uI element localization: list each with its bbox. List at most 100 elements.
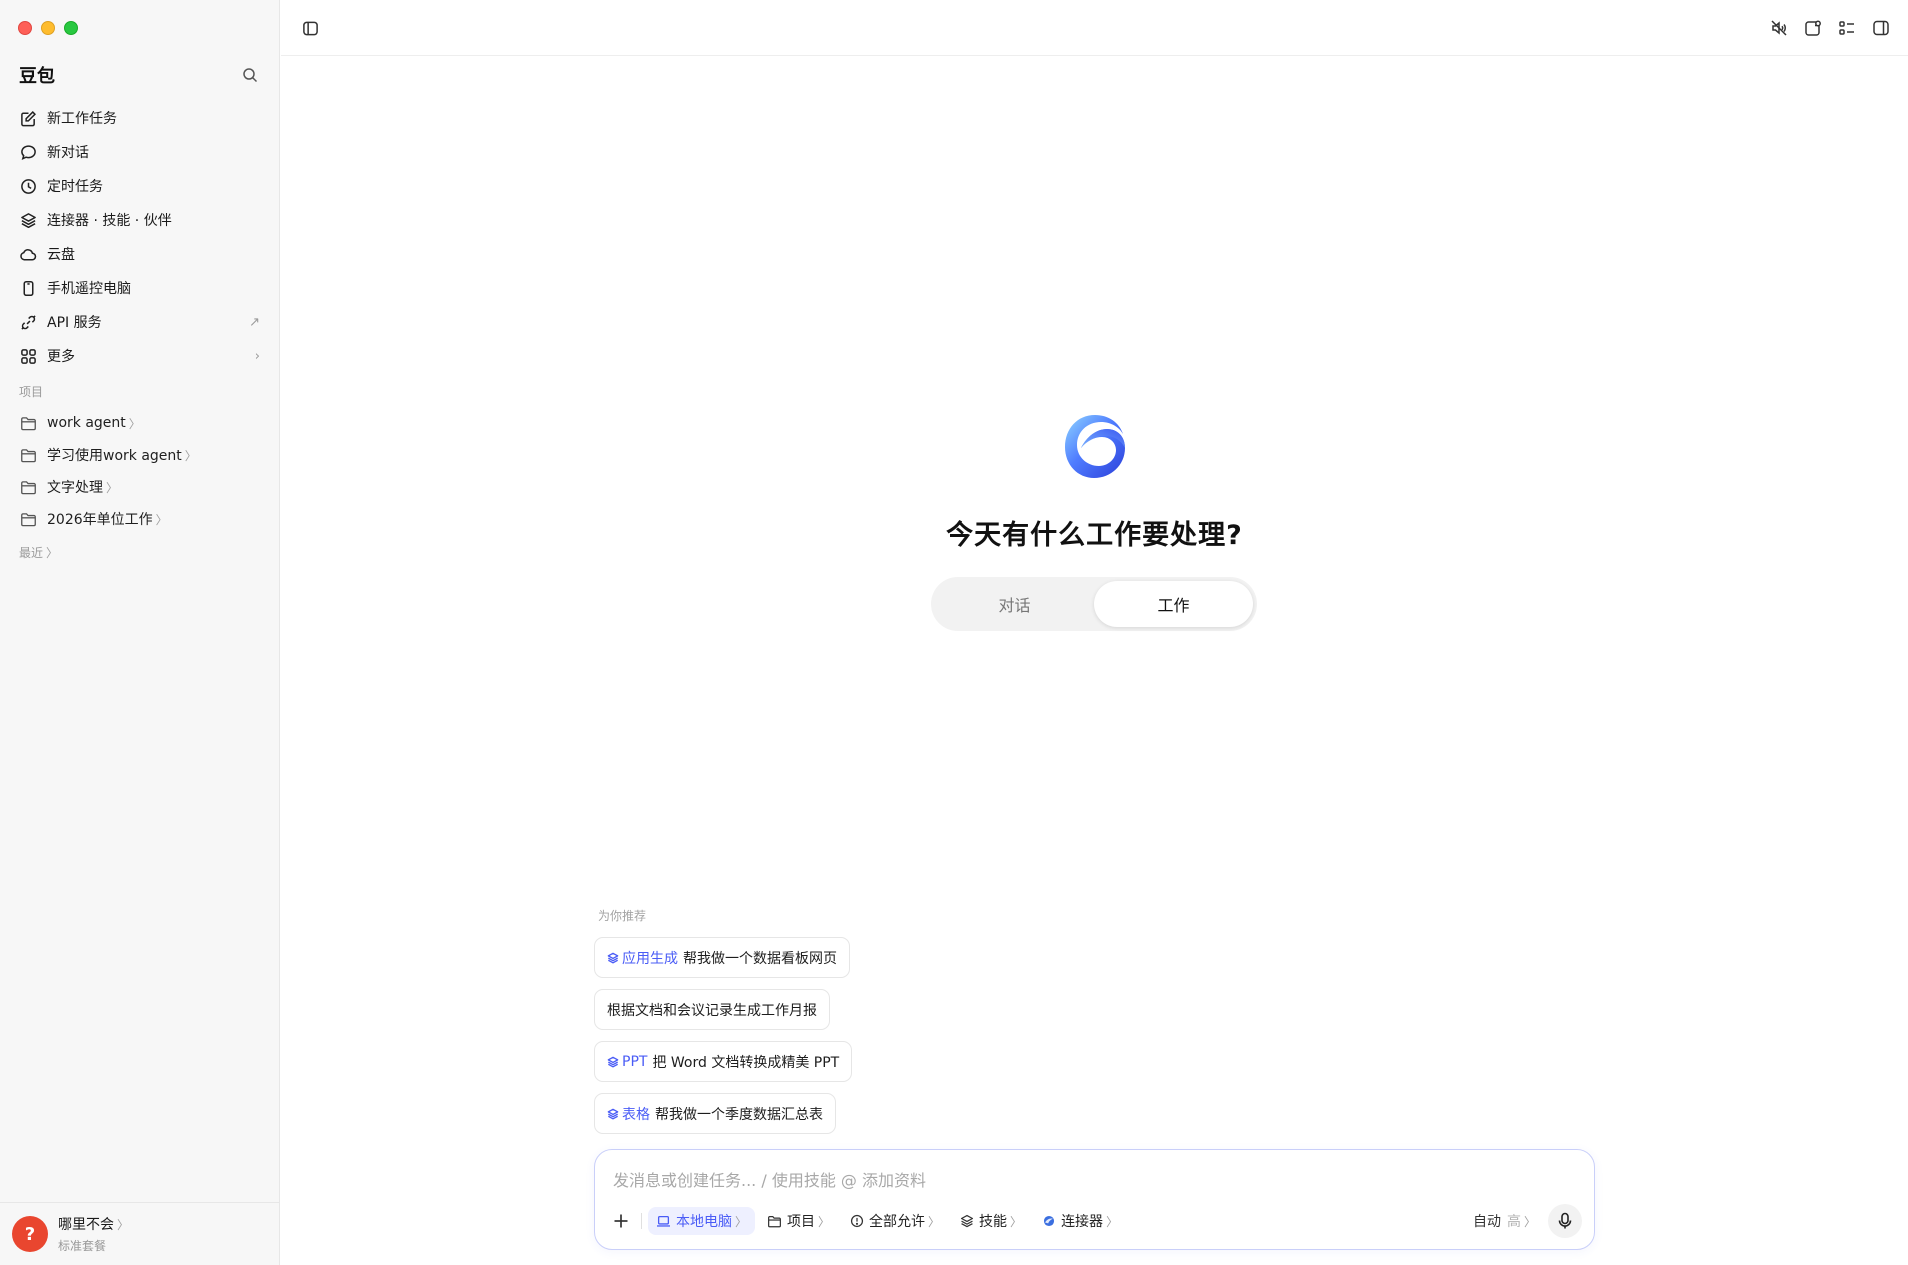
app-logo (1063, 412, 1127, 480)
cloud-icon (19, 245, 37, 263)
minimize-window-button[interactable] (41, 21, 55, 35)
sidebar-item-new-work-task[interactable]: 新工作任务 (10, 101, 269, 135)
suggestion-list: 应用生成 帮我做一个数据看板网页 根据文档和会议记录生成工作月报 PPT 把 W… (594, 937, 853, 1134)
suggestion-tag: PPT (607, 1054, 647, 1070)
toolbar-divider (641, 1213, 642, 1229)
layers-icon (19, 211, 37, 229)
pill-label: 项目 (787, 1214, 816, 1230)
add-attachment-button[interactable] (607, 1207, 635, 1235)
mode-chat-button[interactable]: 对话 (935, 581, 1094, 627)
project-label: 文字处理 (47, 480, 103, 496)
suggestion-text: 帮我做一个季度数据汇总表 (655, 1106, 823, 1123)
sidebar-item-more[interactable]: 更多 › (10, 339, 269, 373)
pill-label: 技能 (979, 1214, 1008, 1230)
layers-icon (960, 1214, 974, 1228)
project-item[interactable]: 文字处理〉 (10, 471, 269, 503)
zoom-window-button[interactable] (64, 21, 78, 35)
folder-icon (19, 446, 37, 464)
search-icon[interactable] (239, 64, 261, 86)
sidebar-toggle-icon[interactable] (299, 17, 321, 39)
layers-icon (607, 952, 619, 963)
suggestion-chip[interactable]: 表格 帮我做一个季度数据汇总表 (594, 1093, 836, 1134)
project-selector[interactable]: 项目〉 (759, 1207, 838, 1235)
pill-label: 连接器 (1061, 1214, 1104, 1230)
avatar: ? (12, 1216, 48, 1252)
right-panel-toggle-icon[interactable] (1870, 17, 1892, 39)
recent-section-toggle[interactable]: 最近〉 (19, 544, 58, 561)
sidebar-item-new-chat[interactable]: 新对话 (10, 135, 269, 169)
suggestion-chip[interactable]: 应用生成 帮我做一个数据看板网页 (594, 937, 850, 978)
suggestion-text: 帮我做一个数据看板网页 (683, 950, 837, 967)
phone-icon (19, 279, 37, 297)
top-bar (281, 0, 1908, 56)
laptop-icon (657, 1215, 670, 1227)
connector-icon (1044, 1215, 1055, 1227)
layers-icon (607, 1108, 619, 1119)
sidebar-item-label: 定时任务 (47, 179, 103, 195)
suggestion-tag-label: 应用生成 (622, 950, 678, 967)
sidebar-item-phone-remote[interactable]: 手机遥控电脑 (10, 271, 269, 305)
message-input[interactable] (613, 1168, 1574, 1192)
suggestion-tag-label: 表格 (622, 1106, 650, 1123)
close-window-button[interactable] (18, 21, 32, 35)
suggestion-tag-label: PPT (622, 1053, 648, 1070)
sidebar-item-label: 新对话 (47, 145, 89, 161)
message-composer: 本地电脑〉 项目〉 全部允许〉 技能〉 连接器〉 自动 高〉 (594, 1149, 1595, 1250)
recent-section-label: 最近 (19, 546, 44, 560)
voice-input-button[interactable] (1548, 1204, 1582, 1238)
project-label: work agent (47, 415, 126, 431)
chevron-right-icon: 〉 (128, 416, 141, 431)
model-mode-selector[interactable]: 自动 高〉 (1473, 1211, 1536, 1231)
task-list-icon[interactable] (1836, 17, 1858, 39)
sidebar-item-label: 连接器 · 技能 · 伙伴 (47, 213, 172, 229)
grid-icon (19, 347, 37, 365)
skills-selector[interactable]: 技能〉 (952, 1207, 1030, 1235)
user-name: 哪里不会 (58, 1217, 114, 1233)
edit-icon (19, 109, 37, 127)
layers-icon (607, 1056, 619, 1067)
sidebar-header: 豆包 (19, 62, 261, 88)
sidebar-item-scheduled-tasks[interactable]: 定时任务 (10, 169, 269, 203)
chevron-right-icon: 〉 (184, 448, 197, 463)
local-computer-selector[interactable]: 本地电脑〉 (648, 1207, 756, 1235)
sidebar-item-connectors-skills[interactable]: 连接器 · 技能 · 伙伴 (10, 203, 269, 237)
folder-icon (19, 510, 37, 528)
folder-icon (19, 478, 37, 496)
external-link-icon: ↗ (249, 314, 260, 330)
chevron-right-icon: 〉 (106, 480, 119, 495)
project-item[interactable]: work agent 〉 (10, 407, 269, 439)
microphone-icon (1558, 1212, 1572, 1229)
folder-icon (768, 1215, 781, 1227)
user-profile[interactable]: ? 哪里不会〉 标准套餐 (0, 1202, 279, 1265)
chevron-right-icon: › (254, 348, 260, 364)
sidebar-item-cloud-drive[interactable]: 云盘 (10, 237, 269, 271)
permission-selector[interactable]: 全部允许〉 (842, 1207, 948, 1235)
project-label: 2026年单位工作 (47, 512, 153, 528)
composer-toolbar: 本地电脑〉 项目〉 全部允许〉 技能〉 连接器〉 自动 高〉 (607, 1204, 1582, 1238)
mode-work-button[interactable]: 工作 (1094, 581, 1253, 627)
project-item[interactable]: 2026年单位工作〉 (10, 503, 269, 535)
project-label: 学习使用work agent (47, 448, 182, 464)
pill-label: 本地电脑 (676, 1214, 732, 1230)
sidebar-item-api-service[interactable]: API 服务 ↗ (10, 305, 269, 339)
chevron-right-icon: 〉 (735, 1214, 748, 1229)
pill-label: 全部允许 (869, 1214, 926, 1230)
volume-mute-icon[interactable] (1768, 17, 1790, 39)
connector-selector[interactable]: 连接器〉 (1034, 1207, 1126, 1235)
mode-toggle: 对话 工作 (931, 577, 1257, 631)
chevron-right-icon: 〉 (1010, 1214, 1023, 1229)
sidebar-item-label: 手机遥控电脑 (47, 281, 131, 297)
suggestion-chip[interactable]: PPT 把 Word 文档转换成精美 PPT (594, 1041, 853, 1082)
chevron-right-icon: 〉 (1106, 1214, 1119, 1229)
model-mode-label: 自动 (1472, 1214, 1501, 1230)
model-level-label: 高 (1506, 1214, 1521, 1230)
project-item[interactable]: 学习使用work agent 〉 (10, 439, 269, 471)
chevron-right-icon: 〉 (117, 1218, 130, 1232)
new-window-icon[interactable] (1802, 17, 1824, 39)
chevron-right-icon: 〉 (155, 512, 168, 527)
sidebar-item-label: 云盘 (47, 247, 75, 263)
page-title: 今天有什么工作要处理? (946, 520, 1243, 551)
suggestion-chip[interactable]: 根据文档和会议记录生成工作月报 (594, 989, 830, 1030)
user-plan: 标准套餐 (58, 1239, 107, 1253)
window-controls (18, 21, 78, 35)
